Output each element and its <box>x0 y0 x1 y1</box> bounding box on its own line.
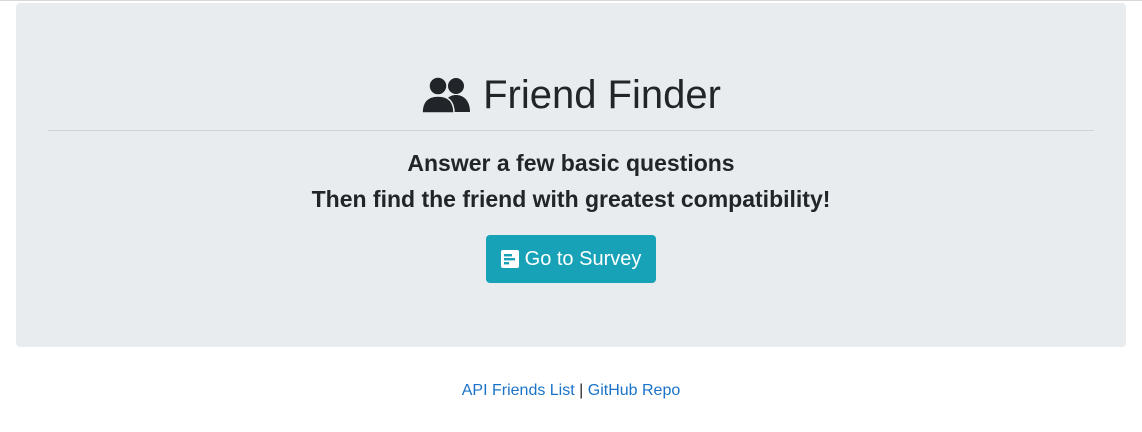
api-friends-list-link[interactable]: API Friends List <box>462 382 575 399</box>
page-title: Friend Finder <box>16 69 1126 121</box>
page-title-text: Friend Finder <box>483 73 721 117</box>
divider <box>48 130 1094 131</box>
intro-line-1: Answer a few basic questions <box>407 150 735 176</box>
jumbotron: Friend Finder Answer a few basic questio… <box>16 3 1126 347</box>
top-border <box>0 0 1142 1</box>
go-to-survey-label: Go to Survey <box>524 247 642 270</box>
footer-separator: | <box>579 382 584 399</box>
footer: API Friends List | GitHub Repo <box>0 381 1142 401</box>
poll-icon <box>500 250 519 268</box>
intro-line-2: Then find the friend with greatest compa… <box>311 186 831 212</box>
github-repo-link[interactable]: GitHub Repo <box>588 382 681 399</box>
users-icon <box>421 76 471 114</box>
go-to-survey-button[interactable]: Go to Survey <box>486 235 656 283</box>
